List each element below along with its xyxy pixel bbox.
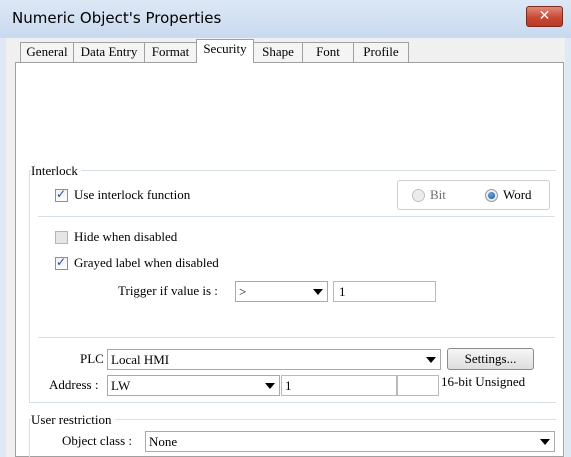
interlock-group-label: Interlock bbox=[31, 163, 81, 179]
tab-label: Shape bbox=[262, 44, 294, 59]
radio-selected-dot bbox=[488, 192, 495, 199]
trigger-value-text: 1 bbox=[339, 284, 346, 299]
object-class-select[interactable]: None bbox=[145, 431, 555, 452]
bit-radio[interactable] bbox=[412, 189, 425, 202]
user-restriction-group-label: User restriction bbox=[31, 412, 115, 428]
tab-font[interactable]: Font bbox=[302, 42, 354, 62]
interlock-group-border bbox=[29, 170, 556, 171]
hide-when-disabled-label: Hide when disabled bbox=[74, 229, 178, 244]
tab-label: Profile bbox=[363, 44, 399, 59]
trigger-value-input[interactable]: 1 bbox=[333, 281, 436, 302]
address-value-text: 1 bbox=[285, 378, 292, 393]
chevron-down-icon bbox=[313, 289, 323, 295]
close-button[interactable]: ✕ bbox=[526, 6, 563, 27]
tab-label: Security bbox=[203, 41, 247, 56]
word-radio[interactable] bbox=[485, 189, 498, 202]
tab-label: Format bbox=[151, 44, 190, 59]
use-interlock-checkbox[interactable]: ✓ bbox=[55, 187, 68, 202]
address-data-type: 16-bit Unsigned bbox=[441, 374, 526, 389]
address-device-value: LW bbox=[111, 378, 131, 393]
chevron-down-icon bbox=[540, 439, 550, 445]
tab-label: General bbox=[26, 44, 68, 59]
tab-data-entry[interactable]: Data Entry bbox=[73, 42, 145, 62]
tab-format[interactable]: Format bbox=[144, 42, 197, 62]
bit-radio-label: Bit bbox=[430, 187, 446, 202]
chevron-down-icon bbox=[265, 383, 275, 389]
tab-label: Font bbox=[316, 44, 340, 59]
chevron-down-icon bbox=[426, 357, 436, 363]
window-title: Numeric Object's Properties bbox=[12, 9, 222, 27]
hide-when-disabled-checkbox[interactable] bbox=[55, 231, 68, 244]
grayed-label-checkbox[interactable]: ✓ bbox=[55, 255, 68, 270]
tab-profile[interactable]: Profile bbox=[353, 42, 409, 62]
tab-shape[interactable]: Shape bbox=[253, 42, 303, 62]
trigger-operator-select[interactable]: > bbox=[235, 281, 328, 302]
title-bar: Numeric Object's Properties ✕ bbox=[0, 0, 571, 38]
tab-security[interactable]: Security bbox=[196, 39, 254, 63]
word-radio-label: Word bbox=[503, 187, 532, 202]
interlock-separator bbox=[38, 216, 555, 217]
address-device-select[interactable]: LW bbox=[107, 375, 280, 396]
plc-select[interactable]: Local HMI bbox=[107, 349, 441, 370]
address-label: Address : bbox=[49, 377, 99, 392]
user-restriction-group-left-border bbox=[29, 419, 30, 457]
tab-label: Data Entry bbox=[80, 44, 138, 59]
close-icon: ✕ bbox=[538, 8, 551, 24]
address-value-input[interactable]: 1 bbox=[281, 375, 397, 396]
trigger-operator-value: > bbox=[239, 284, 247, 299]
checkmark-icon: ✓ bbox=[56, 187, 67, 201]
grayed-label-label: Grayed label when disabled bbox=[74, 255, 219, 270]
interlock-group-bottom-border bbox=[29, 402, 556, 403]
interlock-group-left-border bbox=[29, 170, 30, 402]
plc-separator bbox=[38, 337, 555, 338]
address-extra-input[interactable] bbox=[397, 375, 439, 396]
use-interlock-label: Use interlock function bbox=[74, 187, 191, 202]
object-class-value: None bbox=[149, 434, 178, 449]
object-class-label: Object class : bbox=[62, 433, 133, 448]
tab-general[interactable]: General bbox=[20, 42, 74, 62]
checkmark-icon: ✓ bbox=[56, 255, 67, 269]
settings-button[interactable]: Settings... bbox=[447, 348, 534, 370]
plc-value: Local HMI bbox=[111, 352, 170, 367]
trigger-label: Trigger if value is : bbox=[118, 283, 218, 298]
